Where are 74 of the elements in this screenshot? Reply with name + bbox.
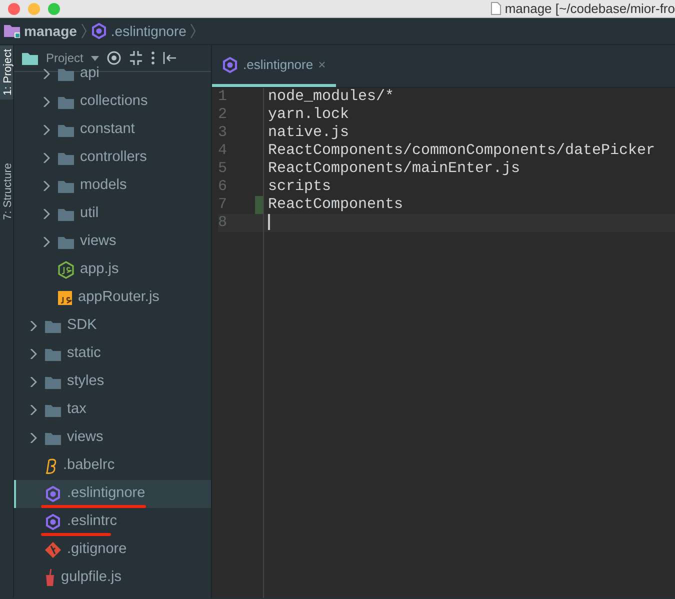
folder-icon: [58, 124, 74, 136]
line-number: 2: [218, 106, 228, 124]
hexagon-icon: [222, 56, 238, 72]
tree-item[interactable]: controllers: [80, 147, 147, 169]
tree-item[interactable]: constant: [80, 119, 135, 141]
target-icon: [107, 51, 122, 65]
breadcrumb-item[interactable]: .eslintignore: [110, 20, 186, 42]
folder-icon: [4, 24, 20, 38]
folder-icon: [58, 236, 74, 248]
window-control-button[interactable]: [28, 2, 40, 14]
code-line: yarn.lock: [268, 106, 350, 123]
window-control-button[interactable]: [8, 2, 20, 14]
line-number: 3: [218, 124, 228, 142]
hexagon-icon: [90, 23, 107, 39]
folder-icon: [45, 376, 61, 388]
folder-icon: [58, 152, 74, 164]
folder-icon: [58, 208, 74, 220]
tree-item[interactable]: tax: [67, 399, 86, 421]
window-control-button[interactable]: [48, 2, 60, 14]
hexagon-icon: [45, 514, 61, 530]
tree-item[interactable]: appRouter.js: [78, 287, 160, 309]
tree-item[interactable]: app.js: [80, 259, 119, 281]
tree-item[interactable]: .eslintrc: [67, 511, 117, 533]
close-button[interactable]: ×: [318, 54, 326, 74]
document-icon: [490, 2, 501, 15]
folder-icon: [58, 96, 74, 108]
chevron-icon: [190, 23, 196, 39]
tree-item[interactable]: gulpfile.js: [61, 567, 122, 589]
dropdown-icon: [91, 56, 100, 60]
folder-icon: [45, 404, 61, 416]
hexagon-icon: [45, 486, 61, 502]
tree-item[interactable]: SDK: [67, 315, 97, 337]
tool-window-tab[interactable]: 7: Structure: [0, 159, 13, 224]
code-line: scripts: [268, 178, 332, 195]
line-number: 5: [218, 160, 228, 178]
tree-item[interactable]: collections: [80, 91, 148, 113]
code-line: node_modules/*: [268, 88, 394, 105]
folder-icon: [58, 68, 74, 80]
line-number: 1: [218, 88, 228, 106]
chevron-icon: [80, 23, 87, 39]
nodejs-icon: [58, 261, 74, 279]
folder-icon: [22, 52, 38, 64]
tree-item[interactable]: .gitignore: [67, 539, 127, 561]
tab-label: .eslintignore: [243, 56, 314, 74]
tree-item[interactable]: views: [67, 427, 104, 449]
code-line: ReactComponents/commonComponents/datePicker: [268, 142, 656, 159]
folder-icon: [58, 180, 74, 192]
folder-icon: [45, 320, 61, 332]
tree-item[interactable]: styles: [67, 371, 104, 393]
tree-item[interactable]: .babelrc: [63, 455, 115, 477]
hide-icon: [163, 52, 178, 64]
babel-icon: [45, 458, 57, 474]
change-marker: [255, 196, 263, 214]
breadcrumb-item[interactable]: manage: [24, 20, 77, 42]
line-number: 6: [218, 178, 228, 196]
collapse-icon: [129, 51, 144, 65]
code-line: ReactComponents/mainEnter.js: [268, 160, 520, 177]
js-file-icon: [58, 291, 72, 305]
tool-window-tab[interactable]: 1: Project: [0, 45, 13, 100]
folder-icon: [45, 348, 61, 360]
folder-icon: [45, 432, 61, 444]
code-line: ReactComponents: [268, 196, 404, 213]
more-icon: [151, 51, 156, 65]
line-number: 4: [218, 142, 228, 160]
window-title: manage [~/codebase/mior-fro: [504, 0, 675, 17]
git-icon: [45, 542, 61, 558]
tree-item[interactable]: static: [67, 343, 101, 365]
tree-item[interactable]: models: [80, 175, 127, 197]
text-cursor: [268, 214, 270, 230]
line-number: 7: [218, 196, 263, 214]
cup-icon: [45, 569, 55, 587]
tree-item[interactable]: util: [80, 203, 99, 225]
code-line: native.js: [268, 124, 350, 141]
tree-item[interactable]: views: [80, 231, 116, 253]
